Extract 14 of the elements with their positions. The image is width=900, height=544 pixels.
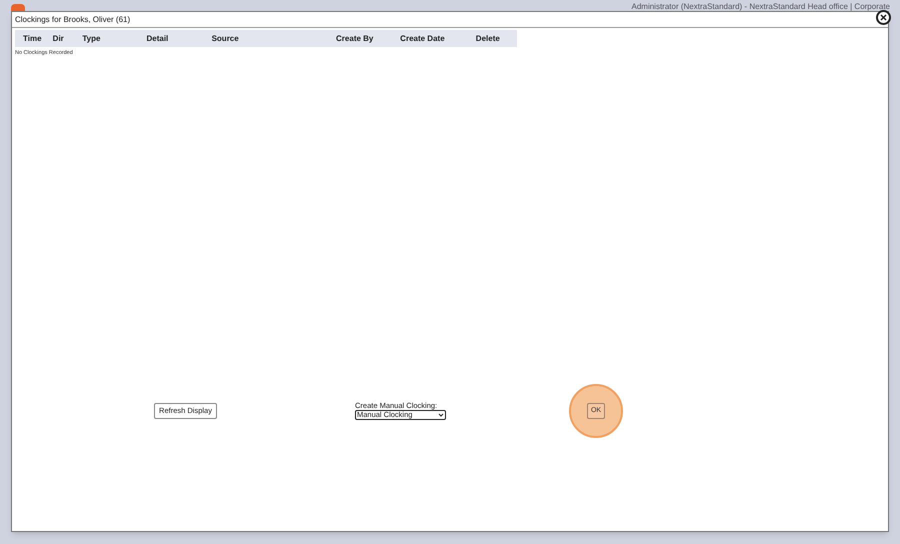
logo-icon bbox=[11, 4, 25, 11]
close-icon bbox=[880, 14, 887, 20]
column-header: Create By bbox=[336, 32, 374, 44]
dialog-title: Clockings for Brooks, Oliver (61) bbox=[15, 14, 130, 26]
column-header: Time bbox=[23, 32, 43, 44]
column-header: Delete bbox=[476, 32, 501, 44]
column-header: Source bbox=[212, 32, 240, 44]
column-header: Dir bbox=[52, 32, 65, 44]
column-header: Create Date bbox=[400, 32, 446, 44]
caret-icon bbox=[438, 412, 444, 416]
column-header: Type bbox=[82, 32, 102, 44]
user-info: Administrator (NextraStandard) - NextraStandard Head office | Corporate bbox=[632, 2, 890, 11]
close-button[interactable] bbox=[876, 10, 891, 24]
column-header: Detail bbox=[146, 32, 170, 44]
